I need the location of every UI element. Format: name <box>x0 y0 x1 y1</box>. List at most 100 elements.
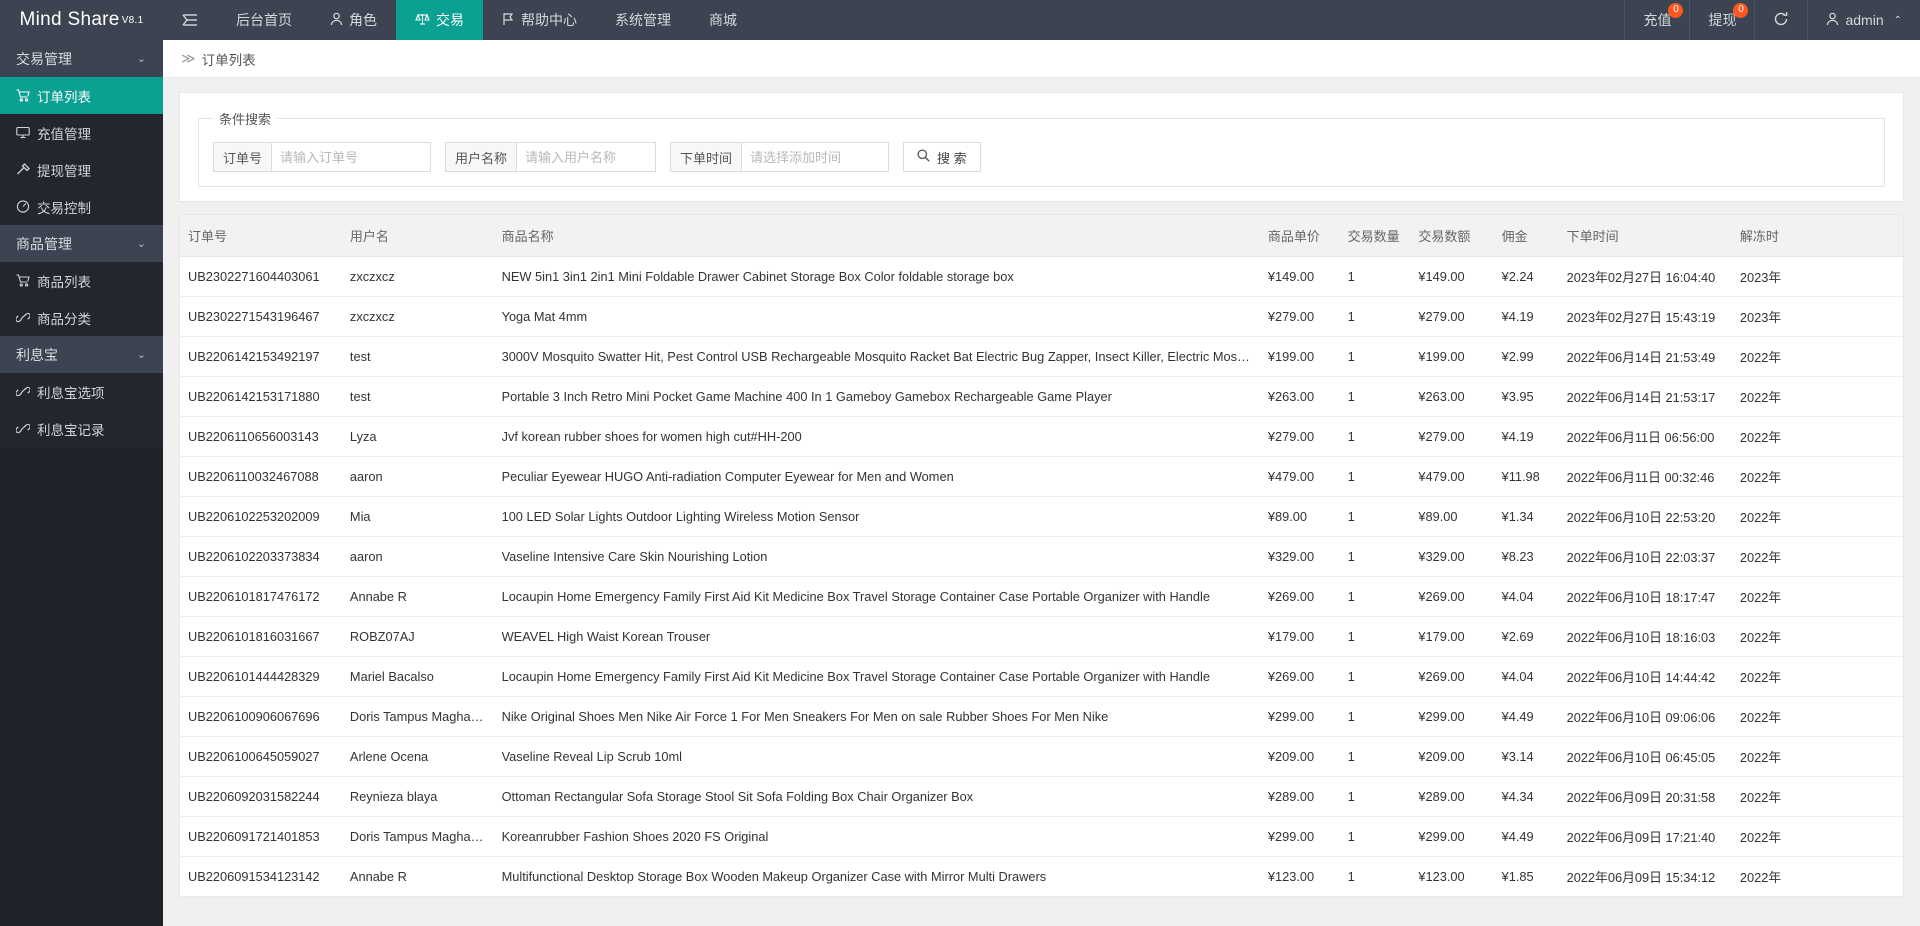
table-row[interactable]: UB2302271543196467 zxczxcz Yoga Mat 4mm ¥27… <box>180 296 1903 337</box>
main-content: ≫ 订单列表 条件搜索 订单号 用户名称 <box>163 40 1920 926</box>
order-number-input[interactable] <box>271 142 432 172</box>
cell-order-number: UB2206110656003143 <box>180 416 342 457</box>
sidebar-group-product-management[interactable]: 商品管理 ⌄ <box>0 225 163 262</box>
link-icon <box>16 385 30 398</box>
column-header-order-number[interactable]: 订单号 <box>180 215 342 257</box>
cell-product-name: Locaupin Home Emergency Family First Aid… <box>493 656 1260 697</box>
table-row[interactable]: UB2206102253202009 Mia 100 LED Solar Light… <box>180 496 1903 537</box>
search-button[interactable]: 搜 索 <box>903 142 981 172</box>
cell-product-name: Vaseline Intensive Care Skin Nourishing … <box>493 536 1260 577</box>
cell-unfreeze-time: 2022年 <box>1731 616 1903 657</box>
cell-amount: ¥329.00 <box>1410 536 1494 577</box>
cell-quantity: 1 <box>1339 856 1411 897</box>
sidebar-item-interest-options[interactable]: 利息宝选项 <box>0 373 163 410</box>
table-row[interactable]: UB2206101816031667 ROBZ07AJ WEAVEL High Wa… <box>180 616 1903 657</box>
sidebar-group-transaction-management[interactable]: 交易管理 ⌄ <box>0 40 163 77</box>
sidebar-item-label: 充值管理 <box>37 126 91 142</box>
cell-user-name: aaron <box>341 536 494 577</box>
refresh-button[interactable] <box>1754 0 1807 40</box>
cell-unfreeze-time: 2022年 <box>1731 376 1903 417</box>
table-row[interactable]: UB2206101817476172 Annabe R Locaupin Home … <box>180 576 1903 617</box>
user-name-input[interactable] <box>516 142 657 172</box>
cell-unfreeze-time: 2022年 <box>1731 816 1903 857</box>
sidebar-item-product-category[interactable]: 商品分类 <box>0 299 163 336</box>
nav-item-system-management[interactable]: 系统管理 <box>596 0 690 40</box>
cell-user-name: Lyza <box>341 416 494 457</box>
sidebar-toggle-button[interactable] <box>163 0 217 40</box>
column-header-unit-price[interactable]: 商品单价 <box>1259 215 1340 257</box>
table-row[interactable]: UB2206102203373834 aaron Vaseline Intensiv… <box>180 536 1903 577</box>
cell-order-time: 2022年06月09日 20:31:58 <box>1558 776 1732 817</box>
nav-item-mall[interactable]: 商城 <box>690 0 756 40</box>
table-row[interactable]: UB2302271604403061 zxczxcz NEW 5in1 3in1 2… <box>180 256 1903 297</box>
cell-order-time: 2022年06月11日 06:56:00 <box>1558 416 1732 457</box>
cell-order-number: UB2206102203373834 <box>180 536 342 577</box>
orders-table: 订单号 用户名 商品名称 商品单价 交易数量 交易数额 佣金 下单时间 解冻时 … <box>180 215 1903 897</box>
sidebar-item-withdraw-management[interactable]: 提现管理 <box>0 151 163 188</box>
table-row[interactable]: UB2206142153171880 test Portable 3 Inch Re… <box>180 376 1903 417</box>
chevron-down-icon: ⌄ <box>136 53 146 65</box>
column-header-quantity[interactable]: 交易数量 <box>1339 215 1411 257</box>
column-header-product-name[interactable]: 商品名称 <box>493 215 1260 257</box>
breadcrumb-current: 订单列表 <box>201 52 256 68</box>
sidebar-item-recharge-management[interactable]: 充值管理 <box>0 114 163 151</box>
cell-amount: ¥279.00 <box>1410 416 1494 457</box>
sidebar-item-product-list[interactable]: 商品列表 <box>0 262 163 299</box>
order-number-label: 订单号 <box>213 142 272 172</box>
user-menu-button[interactable]: admin ⌃ <box>1807 0 1920 40</box>
column-header-order-time[interactable]: 下单时间 <box>1558 215 1732 257</box>
withdraw-label: 提现 <box>1708 12 1737 28</box>
column-header-amount[interactable]: 交易数额 <box>1410 215 1494 257</box>
nav-item-role[interactable]: 角色 <box>311 0 396 40</box>
cell-commission: ¥1.85 <box>1493 856 1559 897</box>
nav-item-label: 系统管理 <box>615 12 671 28</box>
cell-order-number: UB2206101817476172 <box>180 576 342 617</box>
cell-unit-price: ¥329.00 <box>1259 536 1340 577</box>
nav-item-transaction[interactable]: 交易 <box>396 0 483 40</box>
table-row[interactable]: UB2206091534123142 Annabe R Multifunctiona… <box>180 856 1903 897</box>
column-header-user-name[interactable]: 用户名 <box>341 215 494 257</box>
nav-item-dashboard[interactable]: 后台首页 <box>217 0 311 40</box>
table-row[interactable]: UB2206110032467088 aaron Peculiar Eyewear … <box>180 456 1903 497</box>
cell-commission: ¥3.14 <box>1493 736 1559 777</box>
order-number-field-group: 订单号 <box>213 142 432 172</box>
cell-product-name: Portable 3 Inch Retro Mini Pocket Game M… <box>493 376 1260 417</box>
app-logo[interactable]: Mind Share V8.1 <box>0 0 163 40</box>
sidebar-item-label: 利息宝选项 <box>37 385 105 401</box>
sidebar-item-order-list[interactable]: 订单列表 <box>0 77 163 114</box>
table-row[interactable]: UB2206110656003143 Lyza Jvf korean rubber … <box>180 416 1903 457</box>
cell-unfreeze-time: 2022年 <box>1731 776 1903 817</box>
cell-amount: ¥179.00 <box>1410 616 1494 657</box>
recharge-button[interactable]: 充值 0 <box>1624 0 1689 40</box>
table-row[interactable]: UB2206142153492197 test 3000V Mosquito Swa… <box>180 336 1903 377</box>
withdraw-button[interactable]: 提现 0 <box>1689 0 1754 40</box>
cell-commission: ¥2.24 <box>1493 256 1559 297</box>
gauge-icon <box>16 200 30 213</box>
cell-order-time: 2023年02月27日 15:43:19 <box>1558 296 1732 337</box>
cell-quantity: 1 <box>1339 376 1411 417</box>
cell-order-number: UB2206092031582244 <box>180 776 342 817</box>
column-header-unfreeze-time[interactable]: 解冻时 <box>1731 215 1903 257</box>
cell-commission: ¥2.69 <box>1493 616 1559 657</box>
cell-user-name: Arlene Ocena <box>341 736 494 777</box>
table-row[interactable]: UB2206101444428329 Mariel Bacalso Locaupin… <box>180 656 1903 697</box>
table-row[interactable]: UB2206092031582244 Reynieza blaya Ottoman … <box>180 776 1903 817</box>
cell-order-number: UB2206100645059027 <box>180 736 342 777</box>
cell-product-name: Nike Original Shoes Men Nike Air Force 1… <box>493 696 1260 737</box>
chevron-down-icon: ⌄ <box>136 349 146 361</box>
sidebar-group-interest-treasure[interactable]: 利息宝 ⌄ <box>0 336 163 373</box>
sidebar-item-interest-records[interactable]: 利息宝记录 <box>0 410 163 447</box>
cell-order-time: 2022年06月11日 00:32:46 <box>1558 456 1732 497</box>
table-row[interactable]: UB2206091721401853 Doris Tampus Maghanoy K… <box>180 816 1903 857</box>
sidebar-item-label: 利息宝记录 <box>37 422 105 438</box>
column-header-commission[interactable]: 佣金 <box>1493 215 1559 257</box>
cell-quantity: 1 <box>1339 256 1411 297</box>
nav-item-help-center[interactable]: 帮助中心 <box>483 0 596 40</box>
table-row[interactable]: UB2206100645059027 Arlene Ocena Vaseline R… <box>180 736 1903 777</box>
avatar-icon <box>1826 12 1839 29</box>
cell-order-time: 2022年06月14日 21:53:17 <box>1558 376 1732 417</box>
sidebar-item-transaction-control[interactable]: 交易控制 <box>0 188 163 225</box>
order-time-input[interactable] <box>741 142 890 172</box>
cell-unit-price: ¥279.00 <box>1259 296 1340 337</box>
table-row[interactable]: UB2206100906067696 Doris Tampus Maghanoy N… <box>180 696 1903 737</box>
